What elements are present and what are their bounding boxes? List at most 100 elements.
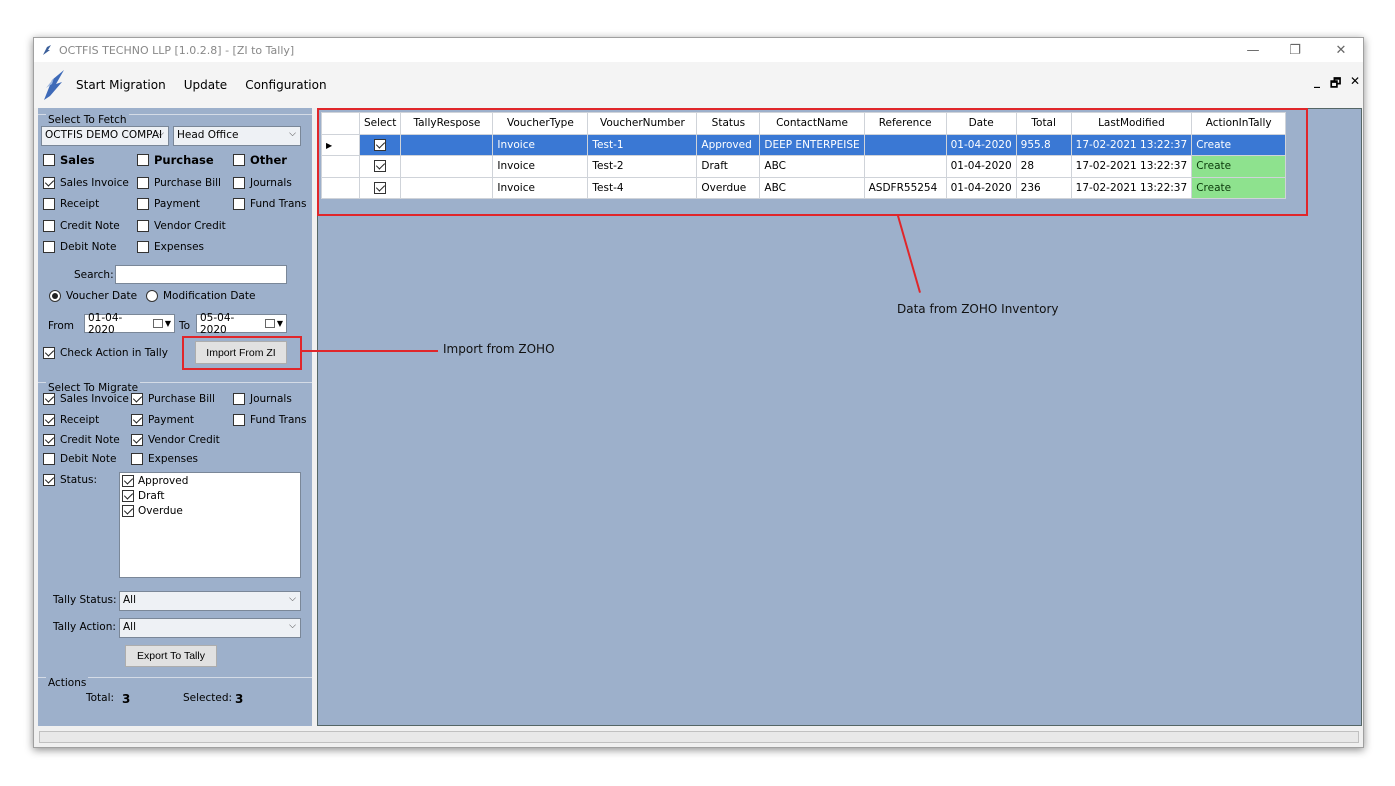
mdi-minimize-button[interactable]: _ [1314, 74, 1320, 88]
migrate-expenses-checkbox[interactable]: Expenses [131, 453, 198, 465]
other-checkbox[interactable]: Other [233, 153, 287, 167]
calendar-icon [265, 319, 275, 328]
checkbox-box[interactable] [43, 154, 55, 166]
checkbox-box[interactable] [233, 414, 245, 426]
checkbox-label: Vendor Credit [148, 434, 220, 446]
checkbox-box[interactable] [233, 393, 245, 405]
import-annotation-line [302, 350, 438, 352]
checkbox-box[interactable] [43, 414, 55, 426]
sales-label: Sales [60, 153, 95, 167]
checkbox-box[interactable] [43, 198, 55, 210]
mdi-restore-button[interactable]: 🗗 [1330, 74, 1341, 95]
migrate-receipt-checkbox[interactable]: Receipt [43, 414, 99, 426]
status-item-approved[interactable]: Approved [120, 473, 300, 488]
checkbox-box[interactable] [131, 393, 143, 405]
restore-button[interactable]: ❐ [1272, 38, 1318, 62]
migrate-fund-trans-checkbox[interactable]: Fund Trans [233, 414, 307, 426]
checkbox-box[interactable] [43, 474, 55, 486]
migrate-sales-invoice-checkbox[interactable]: Sales Invoice [43, 393, 129, 405]
tally-status-label: Tally Status: [53, 594, 117, 606]
from-label: From [48, 320, 75, 332]
tally-action-combo[interactable]: All ⌵ [119, 618, 301, 638]
tally-status-combo[interactable]: All ⌵ [119, 591, 301, 611]
migrate-group: Select To Migrate Sales Invoice Purchase… [38, 382, 312, 667]
app-logo-icon [43, 45, 51, 55]
status-item-draft[interactable]: Draft [120, 488, 300, 503]
checkbox-label: Receipt [60, 414, 100, 426]
minimize-button[interactable]: — [1230, 38, 1276, 62]
checkbox-box[interactable] [43, 241, 55, 253]
checkbox-box[interactable] [43, 393, 55, 405]
fetch-debit-note-checkbox[interactable]: Debit Note [43, 241, 116, 253]
checkbox-box[interactable] [122, 474, 134, 487]
grid-annotation-label: Data from ZOHO Inventory [897, 302, 1059, 316]
checkbox-label: Journals [250, 393, 292, 405]
mdi-close-button[interactable]: ✕ [1350, 74, 1360, 88]
from-date-value: 01-04-2020 [88, 311, 123, 336]
migrate-debit-note-checkbox[interactable]: Debit Note [43, 453, 116, 465]
fetch-fund-trans-checkbox[interactable]: Fund Trans [233, 198, 307, 210]
branch-combo[interactable]: Head Office ⌵ [173, 126, 301, 146]
radio-dot[interactable] [49, 290, 61, 302]
from-date-picker[interactable]: 01-04-2020 ▼ [84, 311, 175, 336]
checkbox-box[interactable] [137, 198, 149, 210]
checkbox-box[interactable] [43, 177, 55, 189]
fetch-purchase-bill-checkbox[interactable]: Purchase Bill [137, 177, 221, 189]
menu-update[interactable]: Update [184, 78, 227, 92]
migrate-purchase-bill-checkbox[interactable]: Purchase Bill [131, 393, 215, 405]
export-to-tally-button[interactable]: Export To Tally [125, 645, 217, 667]
checkbox-box[interactable] [137, 177, 149, 189]
menu-configuration[interactable]: Configuration [245, 78, 326, 92]
checkbox-box[interactable] [233, 177, 245, 189]
checkbox-box[interactable] [233, 154, 245, 166]
checkbox-box[interactable] [137, 220, 149, 232]
checkbox-box[interactable] [122, 489, 134, 502]
migrate-vendor-credit-checkbox[interactable]: Vendor Credit [131, 434, 220, 446]
fetch-expenses-checkbox[interactable]: Expenses [137, 241, 204, 253]
fetch-vendor-credit-checkbox[interactable]: Vendor Credit [137, 220, 226, 232]
fetch-payment-checkbox[interactable]: Payment [137, 198, 200, 210]
migrate-credit-note-checkbox[interactable]: Credit Note [43, 434, 120, 446]
menu-start-migration[interactable]: Start Migration [76, 78, 166, 92]
checkbox-box[interactable] [122, 504, 134, 517]
to-date-picker[interactable]: 05-04-2020 ▼ [196, 312, 287, 336]
checkbox-box[interactable] [131, 414, 143, 426]
modification-date-radio[interactable]: Modification Date [146, 290, 255, 302]
checkbox-box[interactable] [131, 434, 143, 446]
checkbox-box[interactable] [43, 434, 55, 446]
checkbox-box[interactable] [43, 347, 55, 359]
status-checkbox[interactable]: Status: [43, 474, 97, 486]
fetch-journals-checkbox[interactable]: Journals [233, 177, 292, 189]
fetch-sales-invoice-checkbox[interactable]: Sales Invoice [43, 177, 129, 189]
checkbox-box[interactable] [233, 198, 245, 210]
checkbox-box[interactable] [137, 241, 149, 253]
checkbox-box[interactable] [131, 453, 143, 465]
selected-label: Selected: [183, 692, 233, 704]
checkbox-box[interactable] [43, 220, 55, 232]
close-button[interactable]: ✕ [1318, 38, 1364, 62]
migrate-payment-checkbox[interactable]: Payment [131, 414, 194, 426]
migrate-journals-checkbox[interactable]: Journals [233, 393, 292, 405]
checkbox-label: Fund Trans [250, 414, 307, 426]
voucher-date-radio[interactable]: Voucher Date [49, 290, 137, 302]
sales-checkbox[interactable]: Sales [43, 153, 95, 167]
checkbox-box[interactable] [137, 154, 149, 166]
status-item-overdue[interactable]: Overdue [120, 503, 300, 518]
checkbox-label: Expenses [148, 453, 199, 465]
checkbox-label: Debit Note [60, 241, 117, 253]
checkbox-label: Sales Invoice [60, 393, 129, 405]
search-input[interactable] [115, 265, 287, 284]
checkbox-label: Fund Trans [250, 198, 307, 210]
checkbox-label: Payment [154, 198, 200, 210]
chevron-down-icon: ▼ [276, 319, 283, 328]
fetch-receipt-checkbox[interactable]: Receipt [43, 198, 99, 210]
fetch-credit-note-checkbox[interactable]: Credit Note [43, 220, 120, 232]
radio-dot[interactable] [146, 290, 158, 302]
status-listbox[interactable]: Approved Draft Overdue [119, 472, 301, 578]
purchase-checkbox[interactable]: Purchase [137, 153, 214, 167]
branch-value: Head Office [177, 129, 239, 141]
status-item-label: Draft [138, 489, 165, 502]
company-combo[interactable]: OCTFIS DEMO COMPAI ⌵ [41, 126, 169, 146]
check-action-in-tally-checkbox[interactable]: Check Action in Tally [43, 347, 168, 359]
checkbox-box[interactable] [43, 453, 55, 465]
